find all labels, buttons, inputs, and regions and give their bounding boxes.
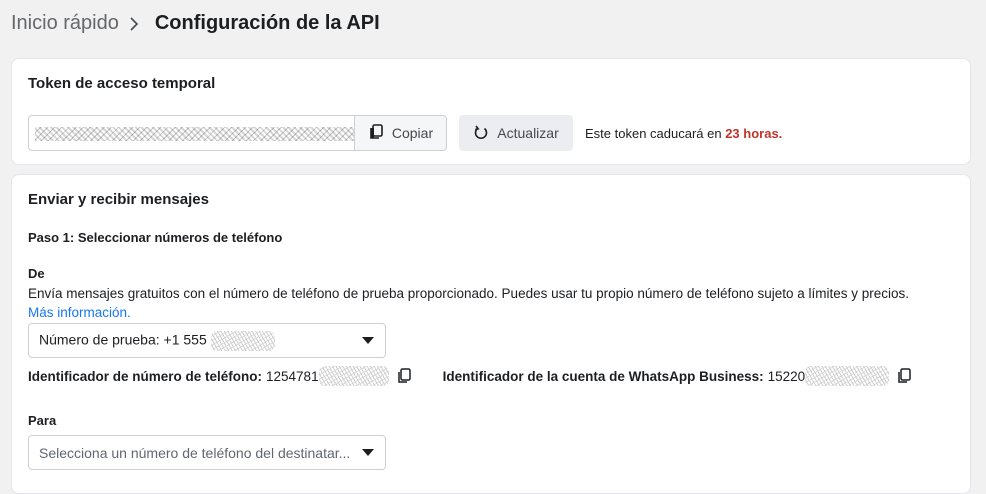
token-expiry-hours: 23 horas. <box>725 125 783 141</box>
phone-id-value: 1254781 <box>266 368 319 384</box>
from-description: Envía mensajes gratuitos con el número d… <box>28 286 910 301</box>
masked-phone-id <box>318 366 389 386</box>
waba-id-label: Identificador de la cuenta de WhatsApp B… <box>442 368 764 384</box>
refresh-token-button[interactable]: Actualizar <box>459 115 573 151</box>
from-phone-text: Número de prueba: +1 555 <box>39 331 207 348</box>
token-expiry-prefix: Este token caducará en <box>585 125 726 141</box>
phone-id-label: Identificador de número de teléfono: <box>28 368 263 384</box>
page-title: Configuración de la API <box>154 12 380 34</box>
caret-down-icon <box>361 336 375 346</box>
from-label: De <box>28 266 45 281</box>
copy-icon[interactable] <box>395 367 413 385</box>
messages-card: Enviar y recibir mensajes Paso 1: Selecc… <box>11 174 971 494</box>
to-phone-select[interactable]: Selecciona un número de teléfono del des… <box>28 435 386 470</box>
refresh-icon <box>473 124 489 143</box>
token-card-title: Token de acceso temporal <box>28 75 216 92</box>
waba-id-group: Identificador de la cuenta de WhatsApp B… <box>443 366 914 386</box>
from-phone-select[interactable]: Número de prueba: +1 555 <box>28 323 386 358</box>
more-info-link[interactable]: Más información. <box>28 305 131 320</box>
copy-icon <box>368 123 384 143</box>
masked-phone-digits <box>210 330 275 351</box>
waba-id-value: 15220 <box>767 368 806 384</box>
copy-token-label: Copiar <box>391 125 434 141</box>
breadcrumb: Inicio rápido Configuración de la API <box>11 12 380 35</box>
token-expiry-text: Este token caducará en 23 horas. <box>585 126 782 141</box>
breadcrumb-parent[interactable]: Inicio rápido <box>11 12 119 35</box>
ids-row: Identificador de número de teléfono: 125… <box>28 366 913 386</box>
token-input[interactable] <box>28 115 354 151</box>
messages-card-title: Enviar y recibir mensajes <box>28 191 209 208</box>
token-card: Token de acceso temporal Copiar Actualiz… <box>11 58 971 165</box>
to-phone-placeholder: Selecciona un número de teléfono del des… <box>39 444 351 461</box>
copy-icon[interactable] <box>895 367 913 385</box>
to-label: Para <box>28 413 57 428</box>
chevron-right-icon <box>129 14 145 34</box>
token-row: Copiar Actualizar Este token caducará en… <box>28 115 782 151</box>
copy-token-button[interactable]: Copiar <box>354 115 447 151</box>
step1-label: Paso 1: Seleccionar números de teléfono <box>28 230 283 245</box>
from-phone-value: Número de prueba: +1 555 <box>39 330 361 351</box>
masked-waba-id <box>805 366 890 386</box>
refresh-token-label: Actualizar <box>497 125 559 141</box>
caret-down-icon <box>361 448 375 458</box>
